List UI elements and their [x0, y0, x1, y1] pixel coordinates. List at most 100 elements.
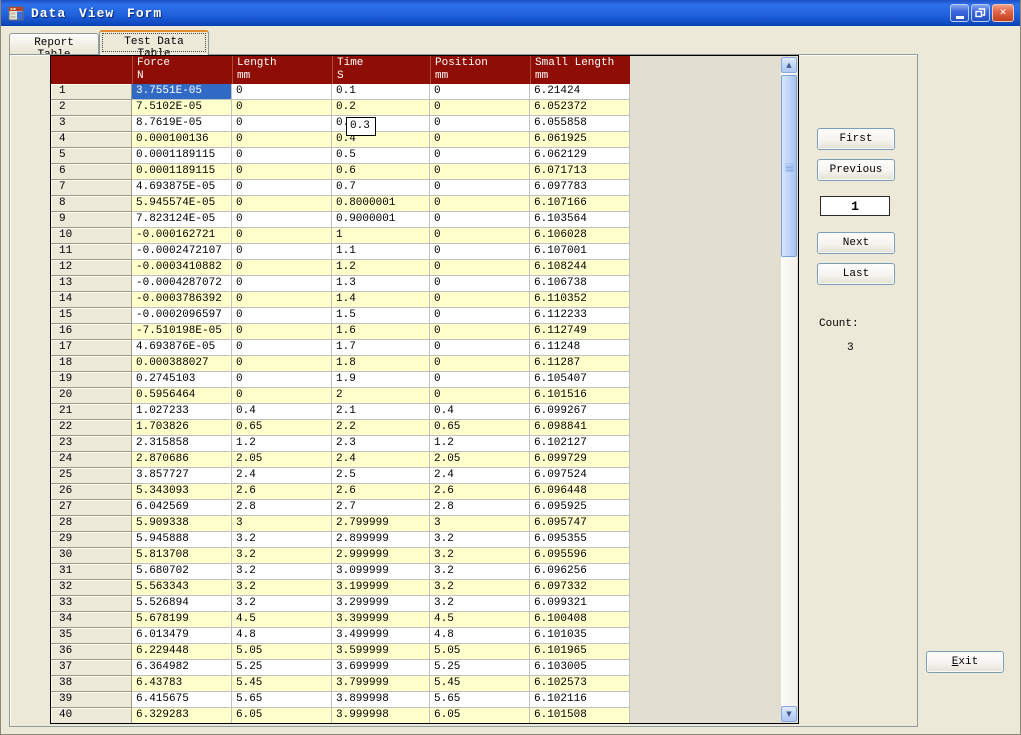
grid-cell[interactable]: 0 [232, 356, 332, 372]
grid-cell[interactable]: 5.945888 [132, 532, 232, 548]
grid-cell[interactable]: 0 [232, 308, 332, 324]
grid-cell[interactable]: 3.599999 [332, 644, 430, 660]
last-button[interactable]: Last [817, 263, 895, 285]
vertical-scrollbar[interactable]: ▲ ▼ [781, 57, 797, 722]
grid-cell[interactable]: 6.329283 [132, 708, 232, 724]
grid-cell[interactable]: 7.5102E-05 [132, 100, 232, 116]
grid-cell[interactable]: 1.5 [332, 308, 430, 324]
row-header[interactable]: 33 [51, 596, 132, 612]
grid-cell[interactable]: 6.102116 [530, 692, 630, 708]
row-header[interactable]: 15 [51, 308, 132, 324]
row-header[interactable]: 26 [51, 484, 132, 500]
grid-cell[interactable]: 6.096448 [530, 484, 630, 500]
grid-cell[interactable]: 1.027233 [132, 404, 232, 420]
grid-cell[interactable]: 6.112749 [530, 324, 630, 340]
grid-cell[interactable]: 3.2 [232, 532, 332, 548]
grid-cell[interactable]: 6.055858 [530, 116, 630, 132]
grid-cell[interactable]: 0 [232, 276, 332, 292]
row-header[interactable]: 12 [51, 260, 132, 276]
grid-cell[interactable]: 0 [430, 308, 530, 324]
row-header[interactable]: 5 [51, 148, 132, 164]
row-header[interactable]: 39 [51, 692, 132, 708]
grid-cell[interactable]: 6.112233 [530, 308, 630, 324]
grid-cell[interactable]: 6.11287 [530, 356, 630, 372]
grid-cell[interactable]: 6.103005 [530, 660, 630, 676]
row-header[interactable]: 34 [51, 612, 132, 628]
grid-cell[interactable]: 1.6 [332, 324, 430, 340]
grid-cell[interactable]: 6.102573 [530, 676, 630, 692]
grid-cell[interactable]: 4.8 [232, 628, 332, 644]
grid-cell[interactable]: 6.106738 [530, 276, 630, 292]
grid-cell[interactable]: 0 [430, 372, 530, 388]
grid-cell[interactable]: 6.21424 [530, 84, 630, 100]
grid-cell[interactable]: 0 [232, 164, 332, 180]
grid-cell[interactable]: 1.7 [332, 340, 430, 356]
grid-cell[interactable]: 2.6 [430, 484, 530, 500]
grid-cell[interactable]: -0.0002472107 [132, 244, 232, 260]
row-header[interactable]: 6 [51, 164, 132, 180]
grid-cell[interactable]: 0 [232, 148, 332, 164]
row-header[interactable]: 23 [51, 436, 132, 452]
grid-cell[interactable]: 3.7551E-05 [132, 84, 232, 100]
grid-cell[interactable]: 1.3 [332, 276, 430, 292]
row-header[interactable]: 32 [51, 580, 132, 596]
grid-cell[interactable]: 5.65 [430, 692, 530, 708]
grid-cell[interactable]: 1 [332, 228, 430, 244]
grid-cell[interactable]: 0 [430, 180, 530, 196]
grid-cell[interactable]: 6.099321 [530, 596, 630, 612]
grid-cell[interactable]: 1.2 [332, 260, 430, 276]
grid-cell[interactable]: 2.6 [332, 484, 430, 500]
grid-cell[interactable]: 0 [232, 100, 332, 116]
grid-cell[interactable]: 0 [430, 292, 530, 308]
grid-cell[interactable]: 2.999999 [332, 548, 430, 564]
grid-cell[interactable]: 6.097783 [530, 180, 630, 196]
minimize-button[interactable] [950, 4, 969, 22]
grid-cell[interactable]: 0.000100136 [132, 132, 232, 148]
grid-cell[interactable]: 0 [430, 260, 530, 276]
grid-cell[interactable]: 3 [430, 516, 530, 532]
grid-cell[interactable]: 0 [430, 228, 530, 244]
grid-cell[interactable]: 4.5 [430, 612, 530, 628]
exit-button[interactable]: Exit [926, 651, 1004, 673]
grid-cell[interactable]: 0.4 [430, 404, 530, 420]
grid-cell[interactable]: 6.042569 [132, 500, 232, 516]
grid-cell[interactable]: 3.2 [232, 548, 332, 564]
grid-cell[interactable]: 0 [232, 244, 332, 260]
grid-cell[interactable]: 2.05 [232, 452, 332, 468]
row-header[interactable]: 28 [51, 516, 132, 532]
grid-cell[interactable]: 3.2 [430, 532, 530, 548]
row-header[interactable]: 35 [51, 628, 132, 644]
grid-cell[interactable]: 2.315858 [132, 436, 232, 452]
row-header[interactable]: 2 [51, 100, 132, 116]
grid-cell[interactable]: 2 [332, 388, 430, 404]
grid-cell[interactable]: 0.9000001 [332, 212, 430, 228]
grid-cell[interactable]: -0.0003786392 [132, 292, 232, 308]
row-header[interactable]: 8 [51, 196, 132, 212]
grid-cell[interactable]: 6.061925 [530, 132, 630, 148]
row-header[interactable]: 14 [51, 292, 132, 308]
row-header[interactable]: 17 [51, 340, 132, 356]
grid-cell[interactable]: 0 [430, 276, 530, 292]
grid-cell[interactable]: 6.101516 [530, 388, 630, 404]
column-header-small-length[interactable]: Small Lengthmm [530, 56, 630, 84]
grid-cell[interactable]: 3.2 [430, 580, 530, 596]
grid-cell[interactable]: 6.099267 [530, 404, 630, 420]
grid-cell[interactable]: 1.2 [430, 436, 530, 452]
grid-cell[interactable]: 3.999998 [332, 708, 430, 724]
grid-cell[interactable]: 3.099999 [332, 564, 430, 580]
grid-cell[interactable]: 6.107001 [530, 244, 630, 260]
grid-cell[interactable]: 6.364982 [132, 660, 232, 676]
grid-cell[interactable]: 5.563343 [132, 580, 232, 596]
grid-cell[interactable]: 0 [430, 388, 530, 404]
grid-cell[interactable]: 6.013479 [132, 628, 232, 644]
grid-cell[interactable]: 4.693876E-05 [132, 340, 232, 356]
grid-cell[interactable]: 2.8 [232, 500, 332, 516]
row-header[interactable]: 19 [51, 372, 132, 388]
grid-cell[interactable]: 0.0001189115 [132, 164, 232, 180]
grid-cell[interactable]: 0 [232, 132, 332, 148]
grid-cell[interactable]: 2.870686 [132, 452, 232, 468]
row-header[interactable]: 40 [51, 708, 132, 724]
grid-cell[interactable]: 6.102127 [530, 436, 630, 452]
row-header[interactable]: 30 [51, 548, 132, 564]
row-header[interactable]: 1 [51, 84, 132, 100]
